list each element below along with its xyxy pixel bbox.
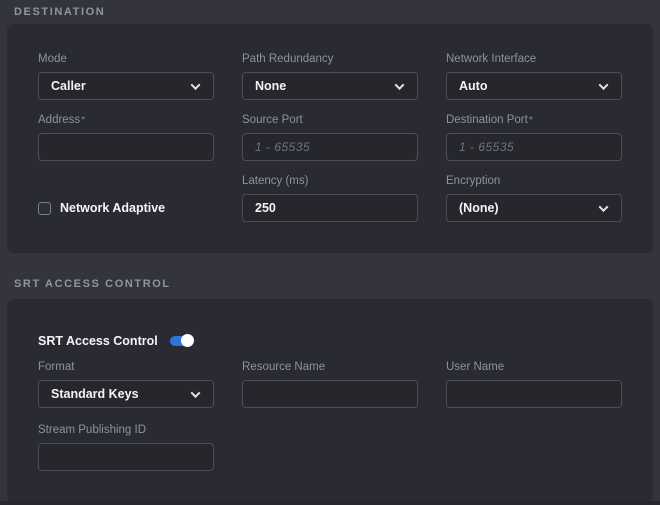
network-adaptive-checkbox[interactable] [38, 202, 51, 215]
network-adaptive-checkbox-row[interactable]: Network Adaptive [38, 194, 214, 222]
destination-port-field: Destination Port* [446, 114, 622, 161]
srt-access-control-toggle-row: SRT Access Control [38, 333, 622, 348]
address-field: Address* [38, 114, 214, 161]
network-interface-field: Network Interface Auto [446, 53, 622, 100]
chevron-down-icon [599, 202, 609, 212]
chevron-down-icon [395, 80, 405, 90]
destination-port-label: Destination Port* [446, 114, 622, 127]
source-port-field: Source Port [242, 114, 418, 161]
destination-panel: Mode Caller Path Redundancy None Network… [7, 24, 653, 253]
latency-input[interactable] [242, 194, 418, 222]
section-title-srt-access-control: SRT ACCESS CONTROL [0, 253, 660, 299]
path-redundancy-label: Path Redundancy [242, 53, 418, 66]
source-port-input[interactable] [242, 133, 418, 161]
address-input[interactable] [38, 133, 214, 161]
address-label: Address* [38, 114, 214, 127]
encryption-field: Encryption (None) [446, 175, 622, 222]
mode-field: Mode Caller [38, 53, 214, 100]
chevron-down-icon [191, 80, 201, 90]
encryption-value: (None) [459, 201, 499, 215]
source-port-label: Source Port [242, 114, 418, 127]
format-field: Format Standard Keys [38, 361, 214, 408]
format-label: Format [38, 361, 214, 374]
resource-name-field: Resource Name [242, 361, 418, 408]
srt-access-control-panel: SRT Access Control Format Standard Keys … [7, 299, 653, 502]
format-select[interactable]: Standard Keys [38, 380, 214, 408]
required-asterisk: * [81, 115, 85, 126]
toggle-knob [181, 334, 194, 347]
network-interface-value: Auto [459, 79, 487, 93]
path-redundancy-value: None [255, 79, 286, 93]
path-redundancy-field: Path Redundancy None [242, 53, 418, 100]
chevron-down-icon [599, 80, 609, 90]
stream-publishing-id-field: Stream Publishing ID [38, 424, 214, 471]
resource-name-input[interactable] [242, 380, 418, 408]
chevron-down-icon [191, 388, 201, 398]
network-adaptive-label: Network Adaptive [60, 201, 165, 215]
section-title-destination: DESTINATION [0, 0, 660, 24]
srt-access-control-toggle-label: SRT Access Control [38, 334, 158, 348]
network-interface-select[interactable]: Auto [446, 72, 622, 100]
resource-name-label: Resource Name [242, 361, 418, 374]
user-name-label: User Name [446, 361, 622, 374]
latency-label: Latency (ms) [242, 175, 418, 188]
mode-label: Mode [38, 53, 214, 66]
user-name-input[interactable] [446, 380, 622, 408]
path-redundancy-select[interactable]: None [242, 72, 418, 100]
mode-select[interactable]: Caller [38, 72, 214, 100]
encryption-label: Encryption [446, 175, 622, 188]
encryption-select[interactable]: (None) [446, 194, 622, 222]
stream-publishing-id-label: Stream Publishing ID [38, 424, 214, 437]
stream-publishing-id-input[interactable] [38, 443, 214, 471]
srt-access-control-toggle[interactable] [170, 336, 192, 346]
user-name-field: User Name [446, 361, 622, 408]
latency-field: Latency (ms) [242, 175, 418, 222]
mode-value: Caller [51, 79, 86, 93]
required-asterisk: * [529, 115, 533, 126]
format-value: Standard Keys [51, 387, 139, 401]
next-section-edge [0, 501, 660, 505]
network-interface-label: Network Interface [446, 53, 622, 66]
destination-port-input[interactable] [446, 133, 622, 161]
